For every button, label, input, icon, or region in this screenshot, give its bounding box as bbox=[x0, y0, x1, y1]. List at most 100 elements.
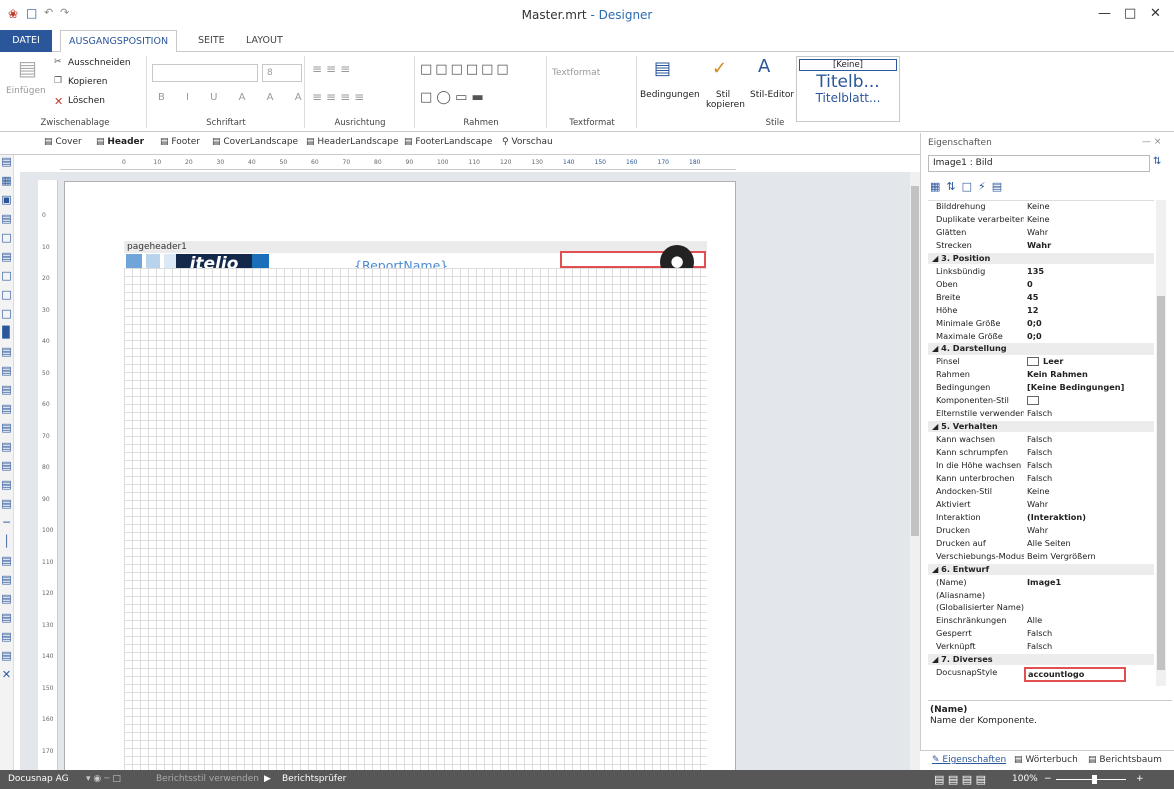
font-size-combo[interactable]: 8 bbox=[262, 64, 302, 82]
property-row[interactable]: Interaktion (Interaktion) bbox=[928, 512, 1154, 523]
property-row[interactable]: Rahmen Kein Rahmen bbox=[928, 369, 1154, 380]
property-row[interactable]: Glätten Wahr bbox=[928, 227, 1154, 238]
tab-layout[interactable]: LAYOUT bbox=[238, 30, 291, 52]
zoom-in-button[interactable]: + bbox=[1136, 770, 1144, 789]
property-row[interactable]: Einschränkungen Alle bbox=[928, 615, 1154, 626]
style-titelblatt[interactable]: Titelblatt... bbox=[797, 91, 899, 105]
view-mode-icons[interactable]: ▤ ▤ ▤ ▤ bbox=[934, 770, 986, 789]
property-category[interactable]: ◢ 7. Diverses bbox=[928, 654, 1154, 666]
status-icons[interactable]: ▾ ◉ ┄ □ bbox=[86, 770, 121, 789]
property-scroll-thumb[interactable] bbox=[1157, 296, 1165, 670]
property-row[interactable]: Andocken-Stil Keine bbox=[928, 486, 1154, 497]
maximize-button[interactable]: □ bbox=[1124, 6, 1136, 21]
property-value[interactable]: Alle Seiten bbox=[1027, 538, 1071, 549]
property-row[interactable]: Komponenten-Stil bbox=[928, 395, 1154, 406]
doctab-footerlandscape[interactable]: ▤ FooterLandscape bbox=[404, 137, 492, 147]
property-row[interactable]: Maximale Größe 0;0 bbox=[928, 331, 1154, 342]
property-row[interactable]: Oben 0 bbox=[928, 279, 1154, 290]
property-row[interactable]: Bedingungen [Keine Bedingungen] bbox=[928, 382, 1154, 393]
property-value[interactable]: Wahr bbox=[1027, 499, 1048, 510]
property-value[interactable]: Falsch bbox=[1027, 408, 1052, 419]
font-name-combo[interactable] bbox=[152, 64, 258, 82]
property-value[interactable]: Falsch bbox=[1027, 473, 1052, 484]
tab-berichtsbaum[interactable]: ▤ Berichtsbaum bbox=[1088, 755, 1162, 765]
property-row[interactable]: (Name) Image1 bbox=[928, 577, 1154, 588]
property-value[interactable]: 135 bbox=[1027, 266, 1044, 277]
selected-image-component[interactable]: ● bbox=[560, 245, 706, 279]
property-value[interactable]: Falsch bbox=[1027, 447, 1052, 458]
doctab-vorschau[interactable]: ⚲ Vorschau bbox=[502, 137, 553, 147]
property-row[interactable]: Breite 45 bbox=[928, 292, 1154, 303]
property-value[interactable]: 12 bbox=[1027, 305, 1038, 316]
property-value[interactable]: Wahr bbox=[1027, 525, 1048, 536]
property-row[interactable]: Kann unterbrochen Falsch bbox=[928, 473, 1154, 484]
conditions-button[interactable]: Bedingungen bbox=[640, 90, 700, 100]
property-value[interactable]: Falsch bbox=[1027, 641, 1052, 652]
zoom-slider-handle[interactable] bbox=[1092, 775, 1097, 784]
property-value[interactable]: (Interaktion) bbox=[1027, 512, 1086, 523]
property-value[interactable] bbox=[1027, 395, 1043, 406]
align-bottom-buttons[interactable]: ≡≡≡≡ bbox=[312, 90, 368, 104]
textformat-combo[interactable]: Textformat bbox=[552, 68, 600, 78]
property-row[interactable]: (Aliasname) bbox=[928, 590, 1154, 601]
doctab-cover[interactable]: ▤ Cover bbox=[44, 137, 82, 147]
property-row[interactable]: Minimale Größe 0;0 bbox=[928, 318, 1154, 329]
status-company[interactable]: Docusnap AG bbox=[8, 770, 69, 789]
property-row[interactable]: DocusnapStyle accountlogo bbox=[928, 667, 1154, 683]
status-use-style[interactable]: Berichtsstil verwenden bbox=[156, 770, 259, 789]
page-header-band[interactable]: itelio {ReportName} ● bbox=[124, 245, 707, 279]
status-play-icon[interactable]: ▶ bbox=[264, 770, 271, 789]
doctab-coverlandscape[interactable]: ▤ CoverLandscape bbox=[212, 137, 298, 147]
tab-seite[interactable]: SEITE bbox=[190, 30, 233, 52]
zoom-slider[interactable] bbox=[1056, 779, 1126, 780]
property-value[interactable]: Leer bbox=[1027, 356, 1063, 367]
sort-az-icon[interactable]: ⇅ bbox=[1153, 156, 1161, 167]
tab-datei[interactable]: DATEI bbox=[0, 30, 52, 52]
tab-eigenschaften[interactable]: ✎ Eigenschaften bbox=[932, 755, 1006, 765]
copy-style-button[interactable]: Stil kopieren bbox=[706, 90, 745, 110]
property-value[interactable]: accountlogo bbox=[1024, 667, 1127, 683]
property-value[interactable]: Kein Rahmen bbox=[1027, 369, 1088, 380]
align-top-buttons[interactable]: ≡≡≡ bbox=[312, 62, 354, 76]
property-row[interactable]: In die Höhe wachsen Falsch bbox=[928, 460, 1154, 471]
property-value[interactable]: 0 bbox=[1027, 279, 1033, 290]
style-editor-button[interactable]: Stil-Editor bbox=[750, 90, 794, 100]
property-value[interactable]: [Keine Bedingungen] bbox=[1027, 382, 1124, 393]
property-value[interactable]: Falsch bbox=[1027, 434, 1052, 445]
paste-button[interactable]: Einfügen bbox=[6, 86, 46, 96]
property-value[interactable]: Falsch bbox=[1027, 460, 1052, 471]
zoom-out-button[interactable]: − bbox=[1044, 770, 1052, 789]
component-selector[interactable]: Image1 : Bild bbox=[928, 155, 1150, 172]
property-value[interactable]: Wahr bbox=[1027, 240, 1051, 251]
style-gallery[interactable]: [Keine] Titelb... Titelblatt... bbox=[796, 56, 900, 122]
property-value[interactable]: Keine bbox=[1027, 201, 1050, 212]
property-value[interactable]: Alle bbox=[1027, 615, 1042, 626]
font-style-buttons[interactable]: B I U A A A bbox=[158, 92, 311, 103]
property-row[interactable]: Kann wachsen Falsch bbox=[928, 434, 1154, 445]
property-value[interactable]: 45 bbox=[1027, 292, 1038, 303]
property-category[interactable]: ◢ 4. Darstellung bbox=[928, 343, 1154, 355]
panel-pin-close[interactable]: — × bbox=[1142, 137, 1161, 147]
status-checker[interactable]: Berichtsprüfer bbox=[282, 770, 346, 789]
property-row[interactable]: Duplikate verarbeiten Keine bbox=[928, 214, 1154, 225]
toolbox-icons[interactable]: ▤▤▦▣▤□▤□□□▉▤▤▤▤▤▤▤▤▤─│▤▤▤▤▤▤✕ bbox=[0, 133, 13, 684]
property-row[interactable]: Gesperrt Falsch bbox=[928, 628, 1154, 639]
property-row[interactable]: Elternstile verwenden Falsch bbox=[928, 408, 1154, 419]
canvas-scroll-thumb[interactable] bbox=[911, 186, 919, 536]
property-category[interactable]: ◢ 5. Verhalten bbox=[928, 421, 1154, 433]
property-row[interactable]: Verschiebungs-Modus Beim Vergrößern bbox=[928, 551, 1154, 562]
property-row[interactable]: Aktiviert Wahr bbox=[928, 499, 1154, 510]
property-category[interactable]: ◢ 6. Entwurf bbox=[928, 563, 1154, 575]
property-toolbar[interactable]: ▦⇅□⚡▤ bbox=[930, 180, 1008, 193]
property-row[interactable]: Kann schrumpfen Falsch bbox=[928, 447, 1154, 458]
minimize-button[interactable]: — bbox=[1098, 6, 1111, 21]
delete-button[interactable]: Löschen bbox=[68, 96, 105, 106]
doctab-footer[interactable]: ▤ Footer bbox=[160, 137, 200, 147]
property-row[interactable]: (Globalisierter Name) bbox=[928, 602, 1154, 613]
doctab-headerlandscape[interactable]: ▤ HeaderLandscape bbox=[306, 137, 399, 147]
cut-button[interactable]: Ausschneiden bbox=[68, 58, 131, 68]
border-style-buttons[interactable]: □ ◯ ▭ ▬ bbox=[420, 90, 484, 105]
style-titelb[interactable]: Titelb... bbox=[797, 73, 899, 91]
style-none[interactable]: [Keine] bbox=[799, 59, 897, 71]
property-value[interactable]: Keine bbox=[1027, 214, 1050, 225]
